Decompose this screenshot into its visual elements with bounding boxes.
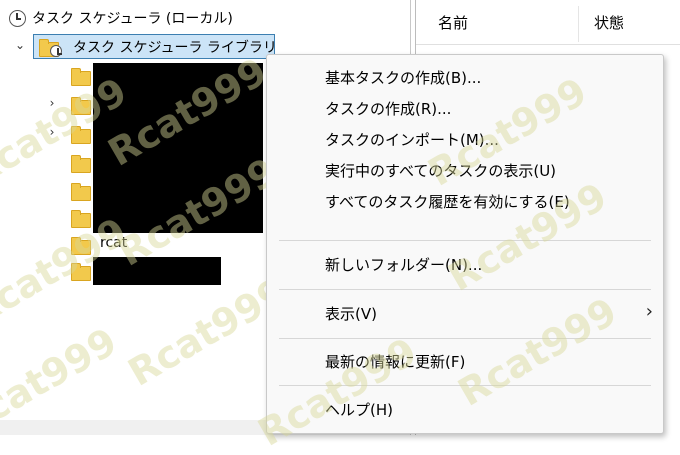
expand-chevron-icon[interactable]: › bbox=[45, 123, 59, 141]
menu-item-refresh[interactable]: 最新の情報に更新(F) bbox=[325, 351, 465, 372]
folder-icon[interactable] bbox=[71, 263, 91, 281]
folder-icon[interactable] bbox=[71, 68, 91, 86]
expand-chevron-icon[interactable]: › bbox=[45, 94, 59, 112]
menu-item-show-running-tasks[interactable]: 実行中のすべてのタスクの表示(U) bbox=[325, 160, 556, 181]
list-header: 名前 状態 bbox=[416, 0, 680, 45]
menu-item-import-task[interactable]: タスクのインポート(M)... bbox=[325, 129, 499, 150]
menu-item-view[interactable]: 表示(V) bbox=[325, 303, 377, 324]
menu-separator bbox=[279, 289, 651, 290]
menu-item-help[interactable]: ヘルプ(H) bbox=[325, 399, 393, 420]
menu-item-enable-task-history[interactable]: すべてのタスク履歴を有効にする(E) bbox=[325, 191, 570, 212]
folder-icon[interactable] bbox=[71, 155, 91, 173]
menu-item-create-task[interactable]: タスクの作成(R)... bbox=[325, 98, 451, 119]
tree-node-root-label: タスク スケジューラ (ローカル) bbox=[32, 11, 233, 27]
tree-node-library-label: タスク スケジューラ ライブラリ bbox=[73, 40, 277, 56]
submenu-chevron-icon: › bbox=[645, 301, 653, 322]
tree-folder-rcat-label[interactable]: rcat bbox=[100, 235, 127, 251]
task-scheduler-clock-icon bbox=[9, 10, 26, 27]
menu-separator bbox=[279, 240, 651, 241]
redacted-folder-name bbox=[93, 257, 221, 285]
menu-item-create-basic-task[interactable]: 基本タスクの作成(B)... bbox=[325, 67, 481, 88]
redacted-folder-names bbox=[93, 63, 263, 233]
menu-separator bbox=[279, 385, 651, 386]
column-header-name[interactable]: 名前 bbox=[438, 12, 468, 33]
column-divider[interactable] bbox=[578, 6, 579, 42]
context-menu: 基本タスクの作成(B)... タスクの作成(R)... タスクのインポート(M)… bbox=[266, 54, 664, 434]
folder-icon[interactable] bbox=[71, 183, 91, 201]
folder-icon[interactable] bbox=[71, 126, 91, 144]
folder-icon[interactable] bbox=[71, 97, 91, 115]
menu-separator bbox=[279, 338, 651, 339]
collapse-chevron-icon[interactable]: ⌄ bbox=[13, 36, 27, 54]
library-clock-icon bbox=[50, 45, 62, 57]
column-header-status[interactable]: 状態 bbox=[594, 12, 624, 33]
menu-item-new-folder[interactable]: 新しいフォルダー(N)... bbox=[325, 254, 482, 275]
folder-icon[interactable] bbox=[71, 237, 91, 255]
folder-icon[interactable] bbox=[71, 210, 91, 228]
